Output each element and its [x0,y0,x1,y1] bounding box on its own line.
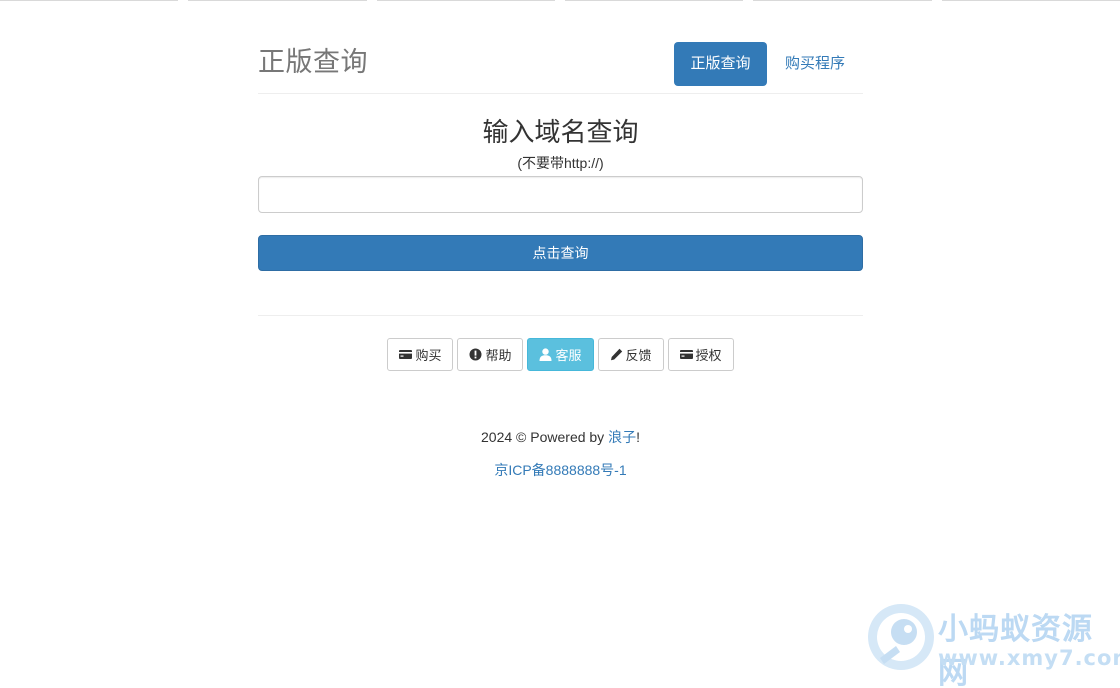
user-icon [539,348,552,361]
buy-button-label: 购买 [415,348,442,363]
nav-item-genuine-check[interactable]: 正版查询 [674,42,767,86]
brand-title: 正版查询 [258,47,368,77]
action-button-group: 购买 帮助 客服 反馈 授权 [258,338,863,371]
exclamation-circle-icon [469,348,482,361]
nav-item-buy-program[interactable]: 购买程序 [767,42,863,86]
license-button[interactable]: 授权 [667,338,734,371]
support-button-label: 客服 [555,348,582,363]
icp-line: 京ICP备8888888号-1 [258,460,863,480]
form-hint: (不要带http://) [517,155,604,171]
ant-logo-icon [868,604,934,670]
author-link[interactable]: 浪子 [608,429,636,445]
page-footer: 2024 © Powered by 浪子! 京ICP备8888888号-1 [258,427,863,480]
copyright-suffix: ! [636,429,640,445]
feedback-button[interactable]: 反馈 [597,338,664,371]
credit-card-icon [679,348,693,361]
help-button[interactable]: 帮助 [457,338,524,371]
top-nav: 正版查询 购买程序 [674,42,863,86]
help-button-label: 帮助 [485,348,512,363]
feedback-button-label: 反馈 [625,348,652,363]
query-button[interactable]: 点击查询 [258,235,863,271]
license-button-label: 授权 [695,348,722,363]
query-form: 输入域名查询 (不要带http://) 点击查询 [258,116,863,271]
pencil-icon [610,348,623,361]
form-title: 输入域名查询 [482,117,639,147]
support-button[interactable]: 客服 [527,338,594,371]
copyright-text: 2024 © Powered by [481,429,609,445]
copyright-line: 2024 © Powered by 浪子! [258,427,863,447]
page-header: 正版查询 正版查询 购买程序 [258,0,863,94]
domain-input[interactable] [258,176,863,213]
divider [258,315,863,316]
watermark: 小蚂蚁资源网 www.xmy7.com [866,600,1120,688]
page: 正版查询 正版查询 购买程序 输入域名查询 (不要带http://) 点击查询 … [0,0,1120,688]
credit-card-icon [399,348,413,361]
icp-link[interactable]: 京ICP备8888888号-1 [494,462,626,478]
watermark-url: www.xmy7.com [938,646,1120,670]
main-container: 正版查询 正版查询 购买程序 输入域名查询 (不要带http://) 点击查询 … [258,0,863,480]
buy-button[interactable]: 购买 [387,338,454,371]
